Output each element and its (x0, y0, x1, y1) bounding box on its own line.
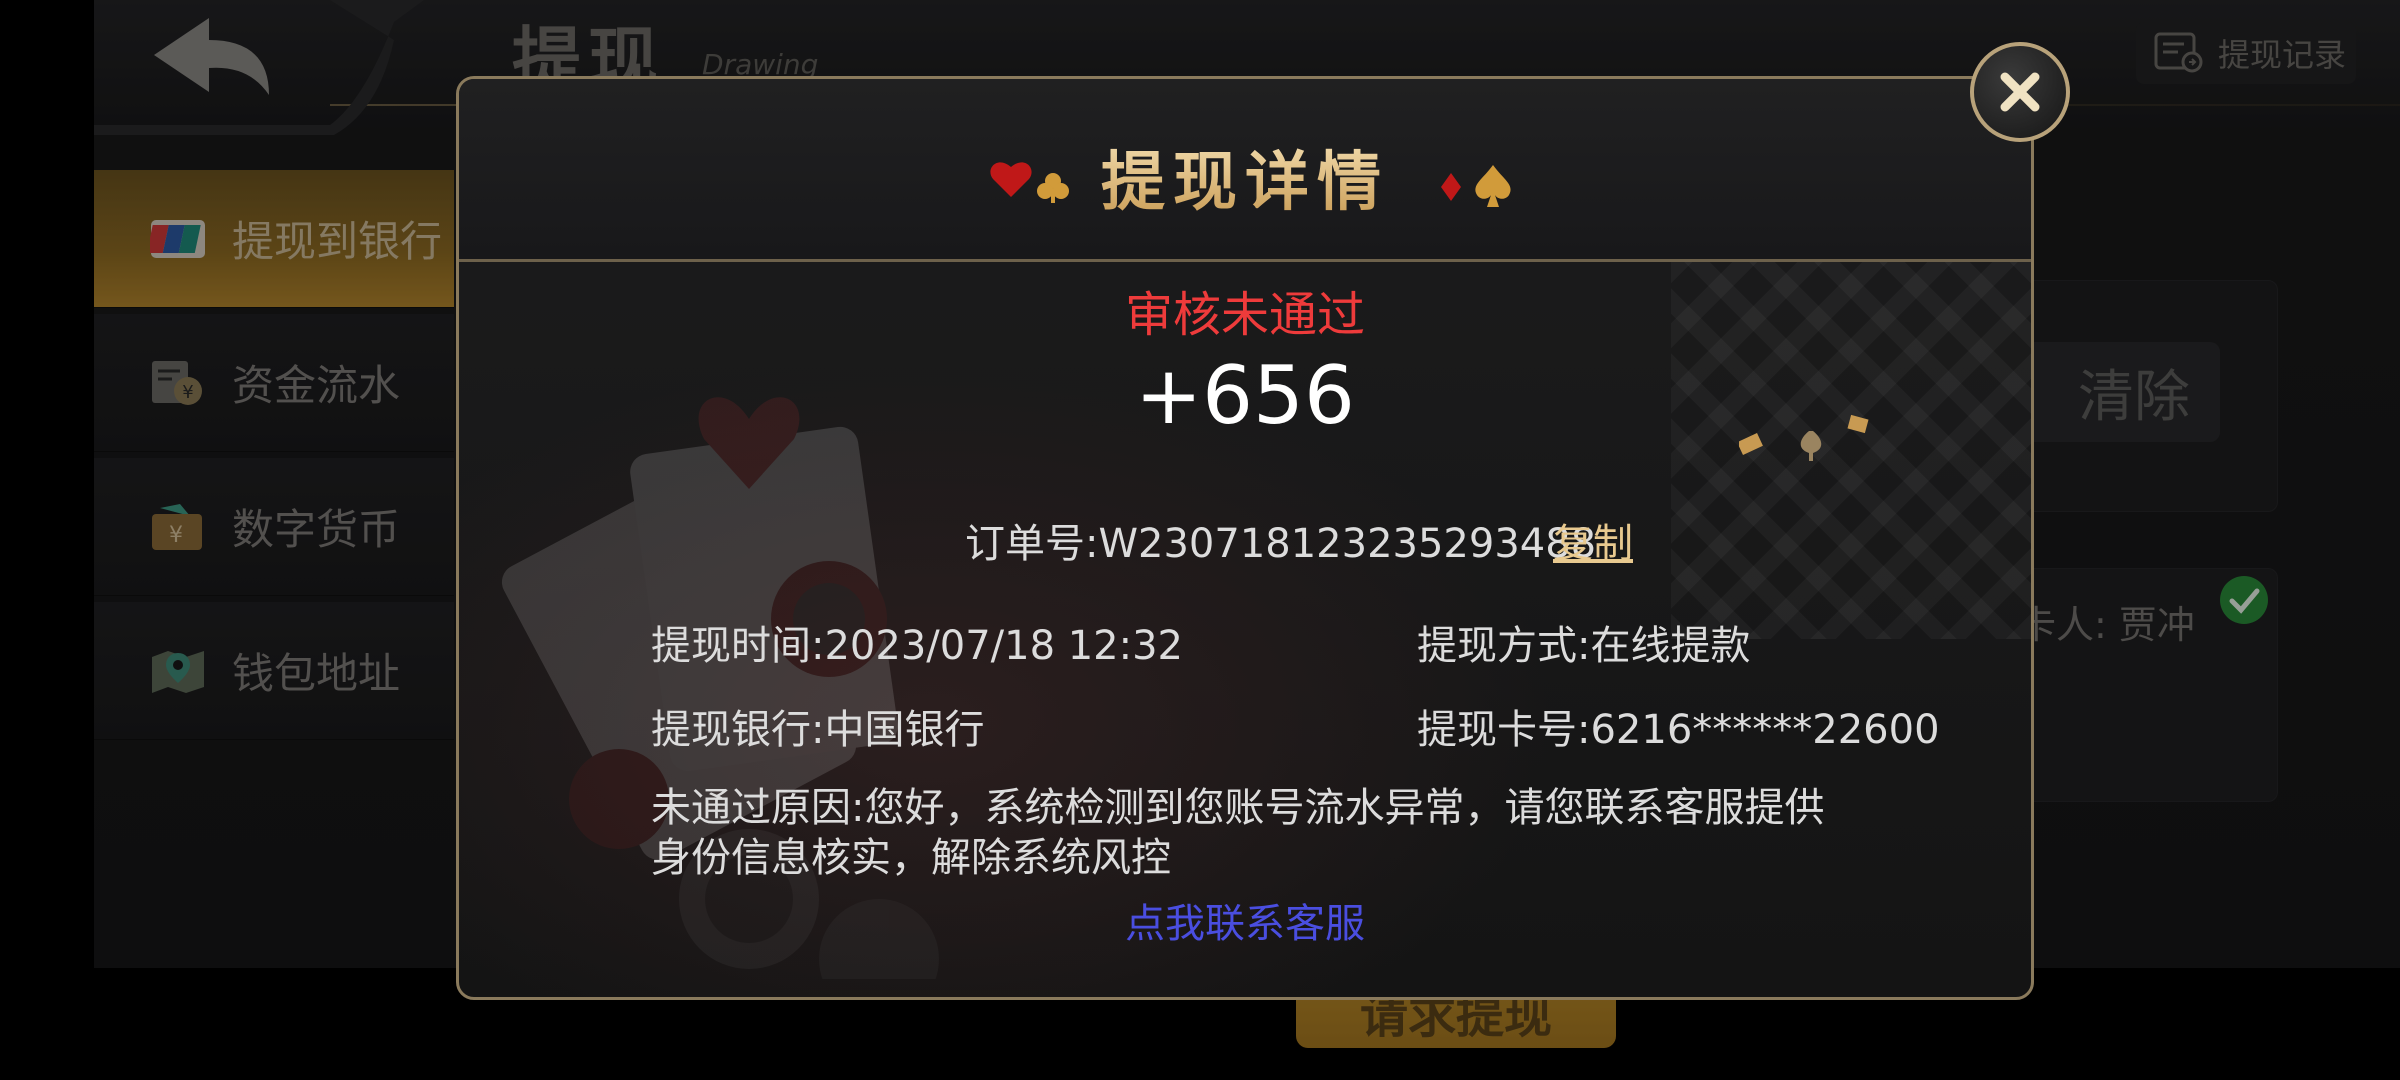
contact-support-link[interactable]: 点我联系客服 (459, 891, 2031, 949)
order-number: 订单号:W230718123235293488 (965, 521, 1597, 567)
withdraw-bank: 提现银行:中国银行 (651, 707, 985, 753)
close-button[interactable] (1970, 42, 2070, 142)
review-status: 审核未通过 (1124, 287, 1365, 343)
rejection-reason: 未通过原因:您好，系统检测到您账号流水异常，请您联系客服提供身份信息核实，解除系… (651, 785, 1825, 881)
withdraw-method: 提现方式:在线提款 (1417, 623, 1751, 669)
withdraw-time: 提现时间:2023/07/18 12:32 (651, 623, 1184, 669)
withdraw-amount: +656 (1135, 349, 1355, 442)
modal-header: 提现详情 (459, 79, 2031, 262)
diamond-spade-icon (1435, 161, 1521, 215)
withdraw-card-number: 提现卡号:6216******22600 (1417, 707, 1940, 753)
modal-title: 提现详情 (459, 131, 2031, 223)
poker-cards-decoration (501, 397, 939, 979)
withdraw-detail-modal: 提现详情 审核未通过 +656 订单号:W230718123235293488 … (456, 76, 2034, 1000)
copy-order-button[interactable]: 复制 (1553, 511, 1633, 569)
close-icon (2000, 72, 2040, 112)
